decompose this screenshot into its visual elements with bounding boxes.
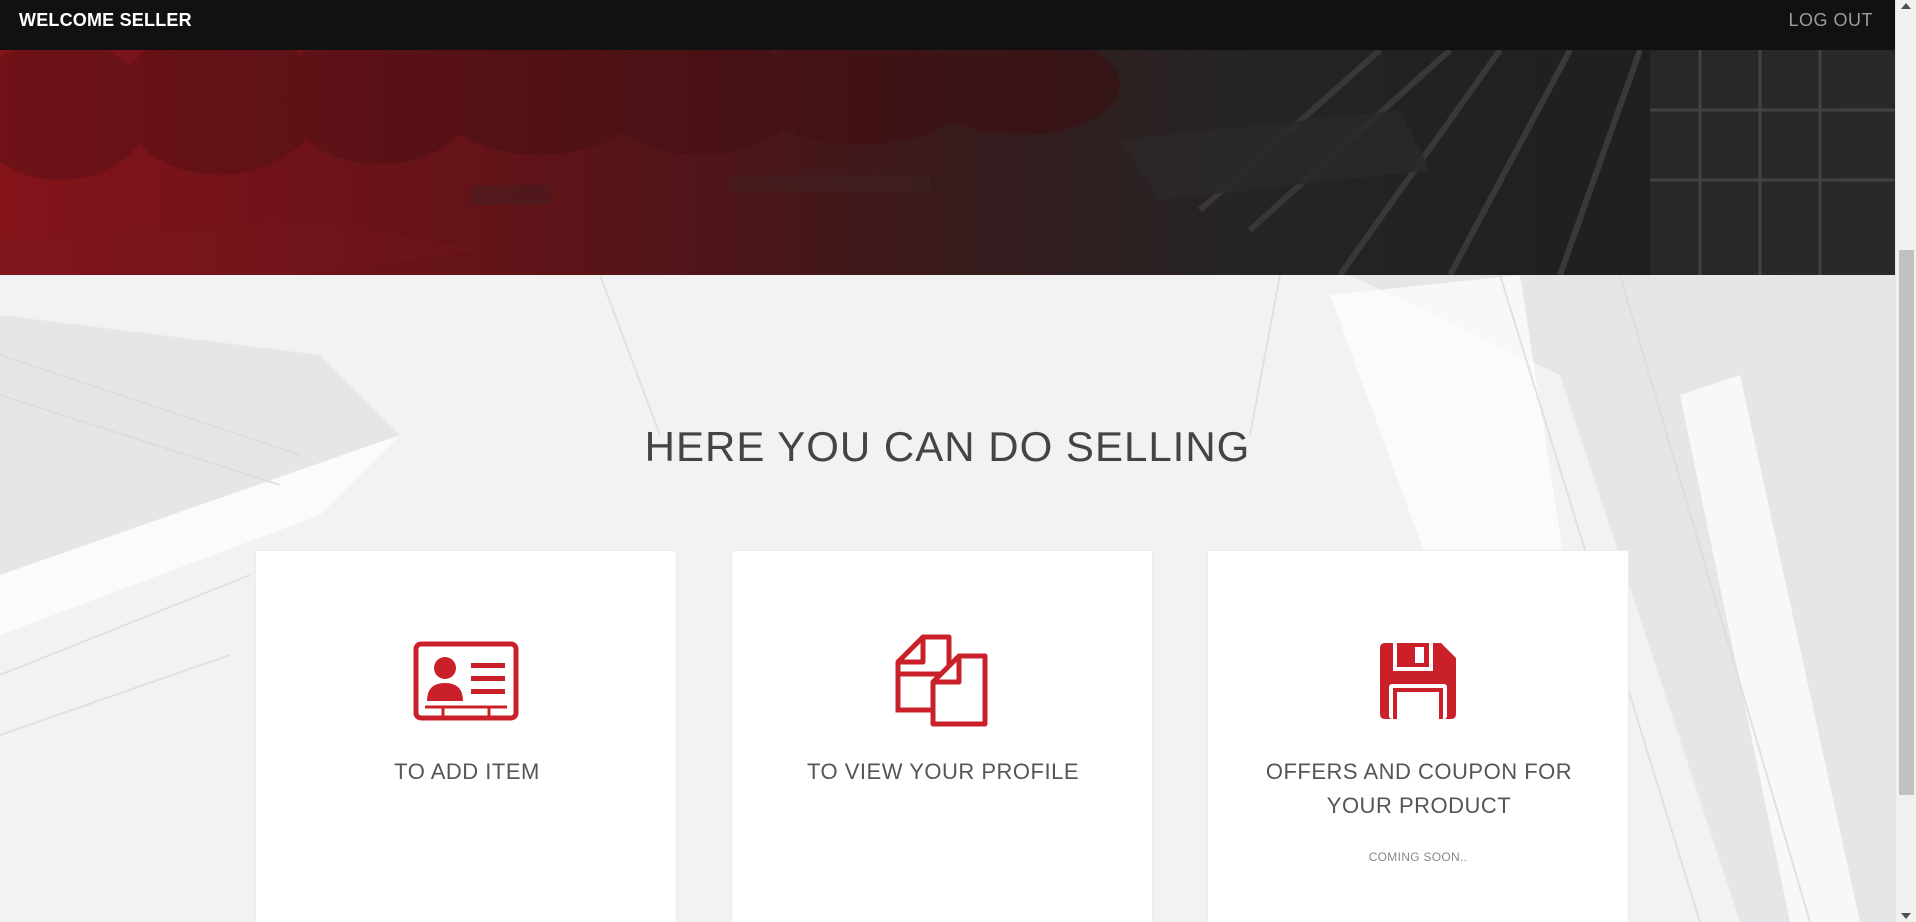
copy-files-icon [732, 631, 1152, 731]
offers-coupon-card[interactable]: OFFERS AND COUPON FOR YOUR PRODUCT COMIN… [1207, 550, 1629, 922]
scroll-up-arrow-icon[interactable] [1901, 3, 1911, 9]
id-card-icon [256, 631, 676, 731]
view-profile-label: TO VIEW YOUR PROFILE [806, 759, 1079, 784]
add-item-label: TO ADD ITEM [394, 759, 540, 784]
offers-coupon-label: OFFERS AND COUPON FOR YOUR PRODUCT [1265, 759, 1573, 818]
scroll-down-arrow-icon[interactable] [1901, 913, 1911, 919]
logout-link[interactable]: LOG OUT [1788, 10, 1873, 31]
hero-banner [0, 50, 1895, 275]
page-viewport: WELCOME SELLER LOG OUT HERE YOU CAN DO S… [0, 0, 1895, 922]
selling-section: HERE YOU CAN DO SELLING TO ADD ITEM TO V… [0, 275, 1895, 922]
brand-title[interactable]: WELCOME SELLER [19, 10, 192, 31]
floppy-disk-icon [1208, 631, 1628, 731]
vertical-scrollbar[interactable] [1895, 0, 1916, 922]
view-profile-card[interactable]: TO VIEW YOUR PROFILE [731, 550, 1153, 922]
scrollbar-thumb[interactable] [1899, 250, 1914, 795]
coming-soon-note: COMING SOON.. [1368, 850, 1468, 864]
page-title: HERE YOU CAN DO SELLING [644, 423, 1251, 470]
add-item-card[interactable]: TO ADD ITEM [255, 550, 677, 922]
top-navbar: WELCOME SELLER LOG OUT [0, 0, 1895, 50]
hero-background-image [0, 50, 1895, 275]
